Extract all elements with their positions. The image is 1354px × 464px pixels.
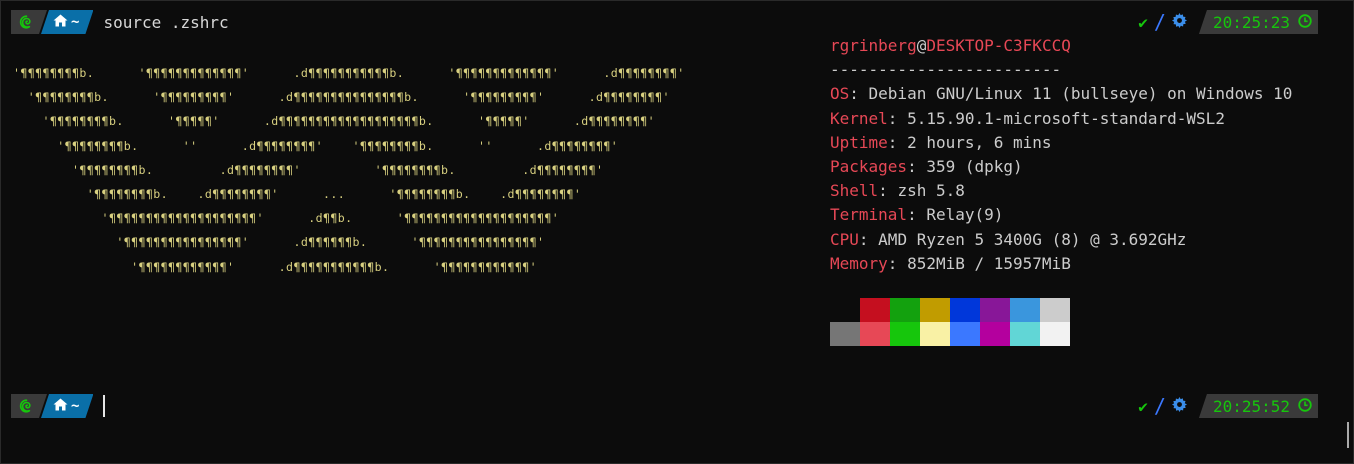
info-os: OS: Debian GNU/Linux 11 (bullseye) on Wi… <box>830 84 1293 104</box>
os-segment <box>11 10 47 34</box>
time-segment: 20:25:23 <box>1198 10 1318 34</box>
directory-segment: ~ <box>41 10 93 34</box>
terminal-window[interactable]: ~ source .zshrc ✔ / 20:25:23 '¶¶¶¶¶¶¶¶b.… <box>0 0 1354 464</box>
info-kernel: Kernel: 5.15.90.1-microsoft-standard-WSL… <box>830 108 1225 128</box>
info-packages: Packages: 359 (dpkg) <box>830 157 1023 177</box>
info-value: Relay(9) <box>926 205 1004 225</box>
info-terminal: Terminal: Relay(9) <box>830 205 1004 225</box>
system-info: rgrinberg@DESKTOP-C3FKCCQ --------------… <box>830 34 1292 276</box>
user-host-line: rgrinberg@DESKTOP-C3FKCCQ <box>830 34 1292 58</box>
color-swatch <box>890 322 920 346</box>
color-swatch <box>1010 322 1040 346</box>
debian-swirl-icon <box>18 14 34 30</box>
color-swatch <box>890 298 920 322</box>
color-swatch <box>920 298 950 322</box>
home-icon <box>53 14 68 31</box>
info-key: Kernel <box>830 108 888 128</box>
separator-slash: / <box>1153 10 1166 34</box>
info-key: Terminal <box>830 205 908 225</box>
info-cpu: CPU: AMD Ryzen 5 3400G (8) @ 3.692GHz <box>830 229 1187 249</box>
time-label: 20:25:23 <box>1212 12 1290 32</box>
info-key: Shell <box>830 181 879 201</box>
command-text: source .zshrc <box>103 12 229 32</box>
directory-segment: ~ <box>41 394 93 418</box>
prompt-line-1: ~ source .zshrc <box>11 10 229 34</box>
color-palette <box>830 298 1070 346</box>
clock-icon <box>1298 13 1312 32</box>
gear-icon <box>1171 396 1187 416</box>
clock-icon <box>1298 397 1312 416</box>
time-label: 20:25:52 <box>1212 396 1290 416</box>
time-segment: 20:25:52 <box>1198 394 1318 418</box>
info-value: 5.15.90.1-microsoft-standard-WSL2 <box>907 108 1225 128</box>
info-value: zsh 5.8 <box>897 181 965 201</box>
prompt-line-2[interactable]: ~ <box>11 394 106 418</box>
info-key: Memory <box>830 253 888 273</box>
debian-swirl-icon <box>18 398 34 414</box>
info-shell: Shell: zsh 5.8 <box>830 181 965 201</box>
color-swatch <box>950 322 980 346</box>
info-key: Uptime <box>830 132 888 152</box>
home-icon <box>53 398 68 415</box>
info-memory: Memory: 852MiB / 15957MiB <box>830 253 1071 273</box>
info-uptime: Uptime: 2 hours, 6 mins <box>830 132 1052 152</box>
gear-icon <box>1171 12 1187 32</box>
color-swatch <box>860 322 890 346</box>
right-prompt-2: ✔ / 20:25:52 <box>1138 394 1318 418</box>
info-value: Debian GNU/Linux 11 (bullseye) on Window… <box>868 84 1293 104</box>
directory-label: ~ <box>71 398 80 414</box>
info-value: 359 (dpkg) <box>926 157 1023 177</box>
color-swatch <box>830 298 860 322</box>
color-swatch <box>980 322 1010 346</box>
check-icon: ✔ <box>1138 12 1148 32</box>
info-key: Packages <box>830 157 908 177</box>
color-swatch <box>950 298 980 322</box>
scrollbar[interactable] <box>1347 422 1349 448</box>
color-swatch <box>860 298 890 322</box>
check-icon: ✔ <box>1138 396 1148 416</box>
separator-slash: / <box>1153 394 1166 418</box>
hostname: DESKTOP-C3FKCCQ <box>926 36 1071 55</box>
color-swatch <box>1040 322 1070 346</box>
color-swatch <box>920 322 950 346</box>
username: rgrinberg <box>830 36 917 55</box>
palette-row-normal <box>830 298 1070 322</box>
palette-row-bright <box>830 322 1070 346</box>
info-value: AMD Ryzen 5 3400G (8) @ 3.692GHz <box>878 229 1187 249</box>
info-key: OS <box>830 84 850 104</box>
info-key: CPU <box>830 229 859 249</box>
color-swatch <box>1010 298 1040 322</box>
info-separator: ------------------------ <box>830 60 1062 80</box>
at-sign: @ <box>916 36 927 55</box>
directory-label: ~ <box>71 14 80 30</box>
color-swatch <box>980 298 1010 322</box>
ascii-logo: '¶¶¶¶¶¶¶¶b. '¶¶¶¶¶¶¶¶¶¶¶¶¶' .d¶¶¶¶¶¶¶¶¶¶… <box>13 66 685 274</box>
right-prompt-1: ✔ / 20:25:23 <box>1138 10 1318 34</box>
color-swatch <box>830 322 860 346</box>
info-value: 852MiB / 15957MiB <box>907 253 1071 273</box>
color-swatch <box>1040 298 1070 322</box>
text-cursor[interactable] <box>103 395 106 417</box>
info-value: 2 hours, 6 mins <box>907 132 1052 152</box>
os-segment <box>11 394 47 418</box>
